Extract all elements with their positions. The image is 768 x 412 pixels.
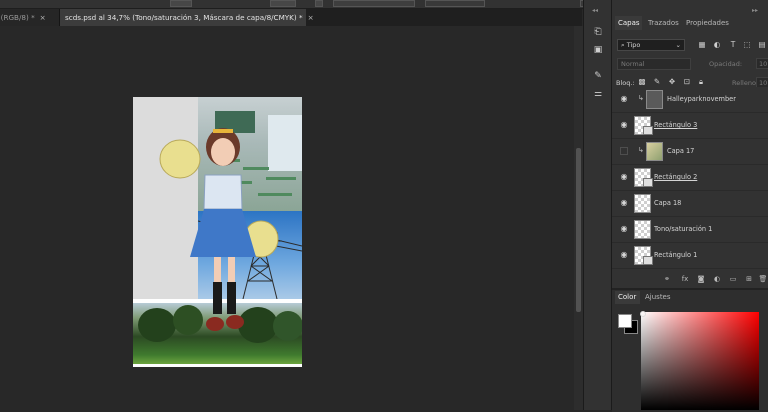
layer-name[interactable]: Tono/saturación 1 bbox=[654, 225, 712, 233]
visibility-empty-box[interactable] bbox=[620, 147, 628, 155]
collapse-arrows-icon[interactable]: ◂◂ bbox=[592, 7, 598, 14]
fx-icon[interactable]: fx bbox=[680, 274, 690, 284]
lock-paint-icon[interactable]: ✎ bbox=[652, 77, 662, 87]
document-canvas[interactable] bbox=[133, 97, 302, 367]
comment-icon[interactable]: ▣ bbox=[592, 44, 604, 56]
layer-row[interactable]: ◉ ↳ Halleyparknovember bbox=[612, 87, 768, 113]
visibility-eye-icon[interactable]: ◉ bbox=[619, 224, 629, 234]
layer-thumbnail bbox=[634, 220, 651, 239]
filter-smart-icon[interactable]: ▤ bbox=[757, 40, 767, 50]
layer-row[interactable]: ◉ Capa 18 bbox=[612, 191, 768, 217]
color-picker-cursor[interactable] bbox=[640, 311, 646, 317]
layer-row[interactable]: ◉ Rectángulo 3 bbox=[612, 113, 768, 139]
lock-artboard-icon[interactable]: ⊡ bbox=[682, 77, 692, 87]
clipping-arrow-icon: ↳ bbox=[638, 146, 644, 154]
tab-title: scds.psd al 34,7% (Tono/saturación 3, Má… bbox=[65, 13, 303, 22]
blend-mode-select[interactable]: Normal bbox=[617, 58, 691, 70]
layer-row[interactable]: ◉ Rectángulo 1 bbox=[612, 243, 768, 269]
options-dropdown[interactable] bbox=[170, 0, 192, 7]
layer-name[interactable]: Halleyparknovember bbox=[667, 95, 736, 103]
vector-mask-icon bbox=[643, 256, 653, 265]
layer-row[interactable]: ◉ Tono/saturación 1 bbox=[612, 217, 768, 243]
foreground-color-swatch[interactable] bbox=[618, 314, 632, 328]
visibility-eye-icon[interactable]: ◉ bbox=[619, 198, 629, 208]
adjustment-icon[interactable]: ◐ bbox=[712, 274, 722, 284]
document-tab-active[interactable]: scds.psd al 34,7% (Tono/saturación 3, Má… bbox=[60, 9, 314, 26]
tab-title: 7% (RGB/8) * bbox=[0, 13, 35, 22]
options-button-2[interactable] bbox=[425, 0, 485, 7]
opacity-label: Opacidad: bbox=[709, 60, 743, 68]
collapsed-panel-column bbox=[583, 0, 612, 410]
filter-pixel-icon[interactable]: ▦ bbox=[697, 40, 707, 50]
visibility-eye-icon[interactable]: ◉ bbox=[619, 120, 629, 130]
lock-label: Bloq.: bbox=[616, 79, 635, 87]
lock-move-icon[interactable]: ✥ bbox=[667, 77, 677, 87]
mask-icon[interactable]: ◙ bbox=[696, 274, 706, 284]
close-icon[interactable]: × bbox=[40, 13, 46, 22]
filter-type-icon[interactable]: T bbox=[728, 40, 738, 50]
options-button[interactable] bbox=[333, 0, 415, 7]
visibility-eye-icon[interactable]: ◉ bbox=[619, 172, 629, 182]
vector-mask-icon bbox=[643, 126, 653, 135]
lock-transparency-icon[interactable]: ▩ bbox=[637, 77, 647, 87]
opacity-input[interactable]: 10 bbox=[756, 58, 768, 69]
new-layer-icon[interactable]: ⊞ bbox=[744, 274, 754, 284]
panel-expand-icon[interactable]: ▸▸ bbox=[752, 7, 758, 14]
history-icon[interactable]: ⎗ bbox=[592, 26, 604, 38]
layer-thumbnail bbox=[646, 90, 663, 109]
layer-thumbnail bbox=[646, 142, 663, 161]
scrollbar-thumb[interactable] bbox=[576, 148, 581, 312]
properties-sliders-icon[interactable]: ⚌ bbox=[592, 88, 604, 100]
layer-filter-select[interactable]: ⌕ Tipo ⌄ bbox=[617, 39, 685, 51]
layer-thumbnail bbox=[634, 194, 651, 213]
link-icon[interactable]: ⚭ bbox=[662, 274, 672, 284]
tab-ajustes[interactable]: Ajustes bbox=[645, 291, 671, 304]
visibility-eye-icon[interactable]: ◉ bbox=[619, 250, 629, 260]
tab-propiedades[interactable]: Propiedades bbox=[686, 16, 729, 30]
trash-icon[interactable]: 🗑︎ bbox=[758, 274, 768, 284]
layer-name[interactable]: Capa 18 bbox=[654, 199, 681, 207]
fill-label: Relleno: bbox=[732, 79, 759, 87]
options-field[interactable] bbox=[270, 0, 296, 7]
vector-mask-icon bbox=[643, 178, 653, 187]
lock-all-icon[interactable]: 🔒︎ bbox=[696, 77, 706, 87]
options-checkbox[interactable] bbox=[315, 0, 323, 7]
tab-trazados[interactable]: Trazados bbox=[648, 16, 679, 30]
filter-kind-value: Tipo bbox=[626, 41, 641, 49]
tab-color[interactable]: Color bbox=[615, 291, 640, 304]
filter-shape-icon[interactable]: ⬚ bbox=[742, 40, 752, 50]
color-picker-field[interactable] bbox=[641, 312, 759, 410]
layer-row[interactable]: ↳ Capa 17 bbox=[612, 139, 768, 165]
group-icon[interactable]: ▭ bbox=[728, 274, 738, 284]
brush-icon[interactable]: ✎ bbox=[592, 70, 604, 82]
filter-adjustment-icon[interactable]: ◐ bbox=[712, 40, 722, 50]
document-tab-previous[interactable]: 7% (RGB/8) * × bbox=[0, 9, 60, 26]
visibility-eye-icon[interactable]: ◉ bbox=[619, 94, 629, 104]
cheerleader-figure bbox=[159, 128, 279, 331]
document-tabbar: 7% (RGB/8) * × scds.psd al 34,7% (Tono/sa… bbox=[0, 9, 582, 26]
layer-name[interactable]: Rectángulo 2 bbox=[654, 173, 697, 181]
tab-capas[interactable]: Capas bbox=[615, 16, 642, 30]
clipping-arrow-icon: ↳ bbox=[638, 94, 644, 102]
close-icon[interactable]: × bbox=[308, 13, 314, 22]
layer-name[interactable]: Rectángulo 3 bbox=[654, 121, 697, 129]
blend-mode-value: Normal bbox=[621, 60, 645, 68]
layer-name[interactable]: Capa 17 bbox=[667, 147, 694, 155]
layer-row[interactable]: ◉ Rectángulo 2 bbox=[612, 165, 768, 191]
layer-name[interactable]: Rectángulo 1 bbox=[654, 251, 697, 259]
